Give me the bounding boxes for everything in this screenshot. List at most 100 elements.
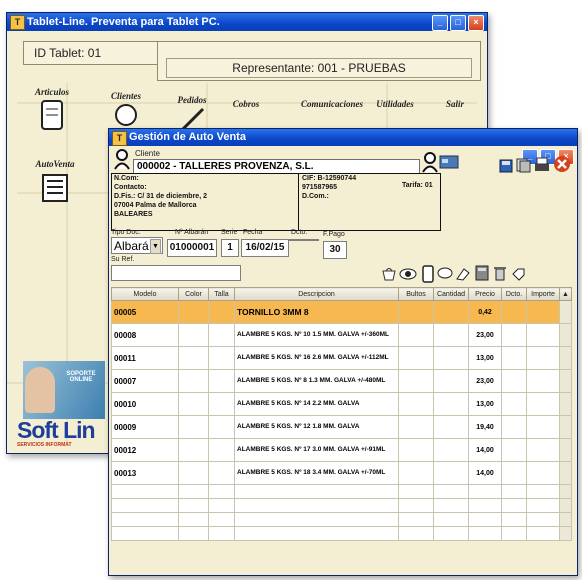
cell-dcto[interactable] — [501, 369, 527, 393]
save-icon[interactable] — [499, 159, 513, 173]
cell-dcto[interactable] — [501, 461, 527, 485]
albaran-field[interactable]: 01000001 — [167, 239, 217, 257]
comment-icon[interactable] — [437, 267, 453, 281]
cell-scroll[interactable] — [559, 484, 572, 499]
cell-descripcion[interactable]: ALAMBRE 5 KGS. Nº 16 2.6 MM. GALVA +/-11… — [234, 346, 399, 370]
cell-importe[interactable] — [526, 300, 560, 324]
cell-color[interactable] — [178, 346, 209, 370]
cell-cantidad[interactable] — [433, 526, 469, 541]
cell-modelo[interactable]: 00011 — [111, 346, 179, 370]
table-row[interactable]: 00007 ALAMBRE 5 KGS. Nº 8 1.3 MM. GALVA +… — [111, 369, 572, 393]
cell-importe[interactable] — [526, 323, 560, 347]
table-row[interactable] — [111, 498, 572, 513]
col-bultos[interactable]: Bultos — [398, 287, 434, 301]
cell-bultos[interactable] — [398, 438, 434, 462]
cell-bultos[interactable] — [398, 461, 434, 485]
cell-modelo[interactable] — [111, 512, 179, 527]
cell-precio[interactable] — [468, 526, 502, 541]
trash-icon[interactable] — [493, 265, 507, 281]
cell-cantidad[interactable] — [433, 392, 469, 416]
col-descripcion[interactable]: Descripcion — [234, 287, 399, 301]
cell-dcto[interactable] — [501, 498, 527, 513]
cell-precio[interactable]: 0,42 — [468, 300, 502, 324]
back-window-titlebar[interactable]: T Tablet-Line. Preventa para Tablet PC. … — [7, 13, 487, 31]
cell-importe[interactable] — [526, 392, 560, 416]
cell-modelo[interactable]: 00009 — [111, 415, 179, 439]
table-row[interactable]: 00013 ALAMBRE 5 KGS. Nº 18 3.4 MM. GALVA … — [111, 461, 572, 485]
table-row[interactable]: 00011 ALAMBRE 5 KGS. Nº 16 2.6 MM. GALVA … — [111, 346, 572, 370]
cell-descripcion[interactable]: ALAMBRE 5 KGS. Nº 10 1.5 MM. GALVA +/-36… — [234, 323, 399, 347]
cell-dcto[interactable] — [501, 415, 527, 439]
cell-descripcion[interactable]: ALAMBRE 5 KGS. Nº 17 3.0 MM. GALVA +/-91… — [234, 438, 399, 462]
cell-modelo[interactable]: 00012 — [111, 438, 179, 462]
cell-scroll[interactable] — [559, 498, 572, 513]
cell-scroll[interactable] — [559, 323, 572, 347]
cell-dcto[interactable] — [501, 300, 527, 324]
menu-cobros[interactable]: Cobros — [221, 99, 271, 109]
cell-precio[interactable] — [468, 512, 502, 527]
cell-scroll[interactable] — [559, 369, 572, 393]
cell-color[interactable] — [178, 461, 209, 485]
cell-color[interactable] — [178, 438, 209, 462]
cell-talla[interactable] — [208, 484, 235, 499]
cell-cantidad[interactable] — [433, 415, 469, 439]
cell-talla[interactable] — [208, 526, 235, 541]
cell-scroll[interactable] — [559, 300, 572, 324]
support-banner[interactable]: SOPORTE ONLINE — [23, 361, 105, 419]
cell-cantidad[interactable] — [433, 512, 469, 527]
cell-scroll[interactable] — [559, 415, 572, 439]
menu-comunicaciones[interactable]: Comunicaciones — [297, 99, 367, 109]
close-icon[interactable]: × — [468, 15, 484, 31]
col-precio[interactable]: Precio — [468, 287, 502, 301]
cell-importe[interactable] — [526, 369, 560, 393]
cell-importe[interactable] — [526, 512, 560, 527]
maximize-icon[interactable]: □ — [450, 15, 466, 31]
col-color[interactable]: Color — [178, 287, 209, 301]
cell-precio[interactable]: 14,00 — [468, 461, 502, 485]
cell-color[interactable] — [178, 392, 209, 416]
eraser-icon[interactable] — [455, 267, 471, 281]
tag-icon[interactable] — [511, 267, 525, 281]
cell-modelo[interactable] — [111, 484, 179, 499]
menu-salir[interactable]: Salir — [435, 99, 475, 109]
cell-modelo[interactable]: 00010 — [111, 392, 179, 416]
cell-bultos[interactable] — [398, 323, 434, 347]
client-search-icon[interactable] — [421, 151, 439, 173]
table-row[interactable]: 00012 ALAMBRE 5 KGS. Nº 17 3.0 MM. GALVA … — [111, 438, 572, 462]
document-icon[interactable] — [421, 265, 435, 283]
cell-color[interactable] — [178, 512, 209, 527]
cell-talla[interactable] — [208, 415, 235, 439]
cell-scroll[interactable] — [559, 392, 572, 416]
cell-bultos[interactable] — [398, 392, 434, 416]
cell-precio[interactable]: 13,00 — [468, 392, 502, 416]
cell-talla[interactable] — [208, 346, 235, 370]
cell-importe[interactable] — [526, 526, 560, 541]
cell-dcto[interactable] — [501, 484, 527, 499]
cell-color[interactable] — [178, 526, 209, 541]
table-row[interactable] — [111, 526, 572, 541]
col-modelo[interactable]: Modelo — [111, 287, 179, 301]
cell-precio[interactable] — [468, 498, 502, 513]
table-row[interactable] — [111, 484, 572, 499]
cell-scroll[interactable] — [559, 346, 572, 370]
cell-descripcion[interactable] — [234, 484, 399, 499]
scroll-up-icon[interactable]: ▲ — [559, 287, 572, 301]
cell-descripcion[interactable]: ALAMBRE 5 KGS. Nº 18 3.4 MM. GALVA +/-70… — [234, 461, 399, 485]
cell-scroll[interactable] — [559, 438, 572, 462]
cell-modelo[interactable]: 00007 — [111, 369, 179, 393]
cell-dcto[interactable] — [501, 438, 527, 462]
cell-modelo[interactable]: 00013 — [111, 461, 179, 485]
cell-importe[interactable] — [526, 438, 560, 462]
tipo-doc-select[interactable]: Albará ▼ — [111, 237, 163, 254]
front-window-titlebar[interactable]: T Gestión de Auto Venta — [109, 129, 577, 146]
cell-dcto[interactable] — [501, 526, 527, 541]
table-row[interactable] — [111, 512, 572, 527]
cell-talla[interactable] — [208, 323, 235, 347]
card-icon[interactable] — [439, 155, 459, 169]
cell-color[interactable] — [178, 415, 209, 439]
cell-precio[interactable]: 19,40 — [468, 415, 502, 439]
cell-cantidad[interactable] — [433, 346, 469, 370]
cell-scroll[interactable] — [559, 461, 572, 485]
fecha-field[interactable]: 16/02/15 — [241, 239, 289, 257]
cell-scroll[interactable] — [559, 512, 572, 527]
